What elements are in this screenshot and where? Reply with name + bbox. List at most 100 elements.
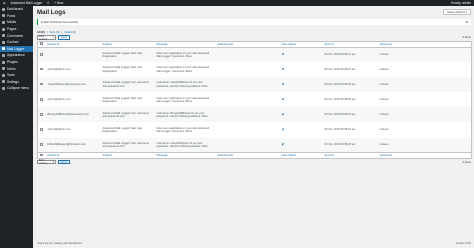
sidebar-item-dashboard[interactable]: Dashboard	[0, 6, 33, 13]
sent-at-cell: 09 Oct, 2018 06:08:19 am	[324, 128, 356, 132]
apply-button-bottom[interactable]: Apply	[57, 160, 70, 165]
chevron-down-icon: ▾	[52, 36, 54, 39]
attachments-cell	[216, 77, 280, 92]
media-icon	[2, 20, 5, 24]
row-checkbox-cell[interactable]	[38, 77, 46, 92]
subject-cell: Advanced Mail Logger] Your username and …	[102, 81, 149, 88]
row-checkbox-cell[interactable]	[38, 47, 46, 62]
footer-column-recipient[interactable]: Recipient	[45, 152, 101, 159]
table-row: admin@admin.com Advanced Mail Logger] New…	[38, 122, 472, 137]
sidebar-item-settings[interactable]: Settings	[0, 79, 33, 86]
view-status-icon[interactable]	[281, 82, 285, 86]
sidebar-item-media[interactable]: Media	[0, 19, 33, 26]
attachments-cell	[216, 138, 280, 153]
footer-column-sent-at[interactable]: Sent At	[322, 152, 378, 159]
table-row: Advanced Mail Logger] New User Registrat…	[37, 47, 472, 63]
admin-sidebar: Dashboard Posts Media Pages Comments Contact M…	[0, 6, 33, 248]
filter-separator: |	[61, 30, 63, 34]
row-checkbox[interactable]	[40, 97, 43, 101]
screen-options-button[interactable]: Screen Options ▾	[443, 9, 471, 15]
sidebar-item-label: Plugins	[7, 60, 18, 65]
sidebar-item-label: Settings	[7, 79, 19, 84]
row-checkbox[interactable]	[40, 127, 43, 131]
view-status-icon[interactable]	[281, 67, 285, 71]
message-more-link[interactable]: Username: More	[172, 70, 192, 73]
filter-sent[interactable]: Sent (6)	[50, 30, 60, 34]
row-checkbox-cell[interactable]	[38, 62, 46, 77]
row-checkbox-cell[interactable]	[38, 122, 46, 137]
view-status-icon[interactable]	[281, 142, 285, 146]
page-icon	[2, 27, 5, 31]
attachments-cell	[216, 92, 280, 107]
view-status-cell	[280, 138, 323, 153]
recipient-cell: admin@admin.com	[47, 128, 71, 132]
new-content-link[interactable]: + New	[54, 1, 63, 5]
sidebar-item-appearance[interactable]: Appearance	[0, 52, 33, 59]
filter-failed[interactable]: Failed (0)	[64, 30, 76, 34]
attachments-cell	[216, 47, 280, 62]
site-name-link[interactable]: Advanced Mail Logger	[11, 1, 43, 5]
user-icon	[2, 67, 5, 71]
view-status-icon[interactable]	[281, 128, 285, 131]
select-all-checkbox[interactable]	[40, 153, 43, 157]
footer-column-viewed-at[interactable]: Viewed At	[377, 152, 472, 159]
recipient-cell: BeverlyMBristow@dotsecurity.com	[47, 113, 89, 117]
row-checkbox[interactable]	[40, 52, 43, 56]
attachments-cell	[216, 122, 280, 137]
sidebar-item-contact[interactable]: Contact	[0, 39, 33, 46]
tablenav-bottom: Bulk actions ▾ Apply 6 items	[37, 159, 471, 166]
message-more-link[interactable]: Username: More	[172, 55, 192, 58]
row-checkbox[interactable]	[40, 112, 43, 116]
viewed-at-cell: Unseen	[379, 53, 389, 57]
user-greeting[interactable]: Howdy, admin	[451, 1, 471, 5]
row-checkbox-cell[interactable]	[38, 92, 46, 107]
footer-column-message[interactable]: Message	[154, 152, 216, 159]
view-status-icon[interactable]	[281, 97, 285, 101]
footer-column-attachments[interactable]: Attachments	[215, 152, 280, 159]
main-content: Mail Logs Screen Options ▾ E-Mail Publis…	[37, 9, 472, 166]
mail-icon	[2, 47, 5, 51]
sidebar-item-pages[interactable]: Pages	[0, 26, 33, 33]
sidebar-item-label: Pages	[7, 27, 17, 32]
footer-column-subject[interactable]: Subject	[100, 152, 155, 159]
sidebar-item-posts[interactable]: Posts	[0, 13, 33, 20]
footer-column-view-status[interactable]: View Status	[279, 152, 323, 159]
viewed-at-cell: Unseen	[379, 143, 389, 147]
select-all-checkbox[interactable]	[40, 42, 43, 46]
bulk-actions-label: Bulk actions	[39, 34, 48, 41]
comments-link[interactable]: 0	[47, 1, 49, 5]
sidebar-item-collapse-menu[interactable]: Collapse menu	[0, 85, 33, 92]
footer-select-all[interactable]	[37, 152, 46, 159]
sent-at-cell: 09 Oct, 2018 06:08:18 am	[324, 143, 356, 147]
sidebar-item-users[interactable]: Users	[0, 65, 33, 72]
row-checkbox[interactable]	[40, 142, 43, 146]
table-row: RobertWRogers@Dynamic.com Advanced Mail L…	[37, 137, 472, 153]
attachments-cell	[216, 107, 280, 122]
view-status-icon[interactable]	[281, 112, 285, 116]
sidebar-item-plugins[interactable]: Plugins	[0, 59, 33, 66]
wordpress-logo-icon[interactable]: ⊕	[3, 1, 6, 5]
sidebar-item-mail-logger[interactable]: Mail Logger	[0, 45, 33, 53]
message-more-link[interactable]: Username: More	[172, 100, 192, 103]
settings-icon	[2, 80, 5, 84]
message-text: Username: JosephRRisner To set your pass…	[156, 81, 208, 88]
sidebar-item-tools[interactable]: Tools	[0, 72, 33, 79]
recipient-cell: admin@admin.com	[47, 67, 71, 71]
apply-button[interactable]: Apply	[57, 35, 70, 40]
bulk-actions-label: Bulk actions	[39, 159, 48, 166]
dismiss-icon[interactable]: ⊗	[466, 20, 468, 24]
row-checkbox-cell[interactable]	[38, 107, 46, 122]
view-status-icon[interactable]	[281, 52, 285, 56]
filter-all[interactable]: All (6)	[37, 30, 45, 34]
bulk-actions-select-bottom[interactable]: Bulk actions ▾	[37, 159, 56, 166]
wrench-icon	[2, 73, 5, 77]
row-checkbox-cell[interactable]	[38, 138, 46, 153]
subject-cell: Advanced Mail Logger] Your username and …	[102, 111, 149, 118]
message-more-link[interactable]: Username: More	[172, 130, 192, 133]
row-checkbox[interactable]	[40, 67, 43, 71]
sidebar-item-comments[interactable]: Comments	[0, 32, 33, 39]
bulk-actions-select[interactable]: Bulk actions ▾	[37, 34, 56, 41]
row-checkbox[interactable]	[40, 82, 43, 86]
message-cell: Username: robertWRogers To set your pass…	[155, 138, 216, 153]
subject-cell: Advanced Mail Logger] New User Registrat…	[102, 96, 143, 103]
